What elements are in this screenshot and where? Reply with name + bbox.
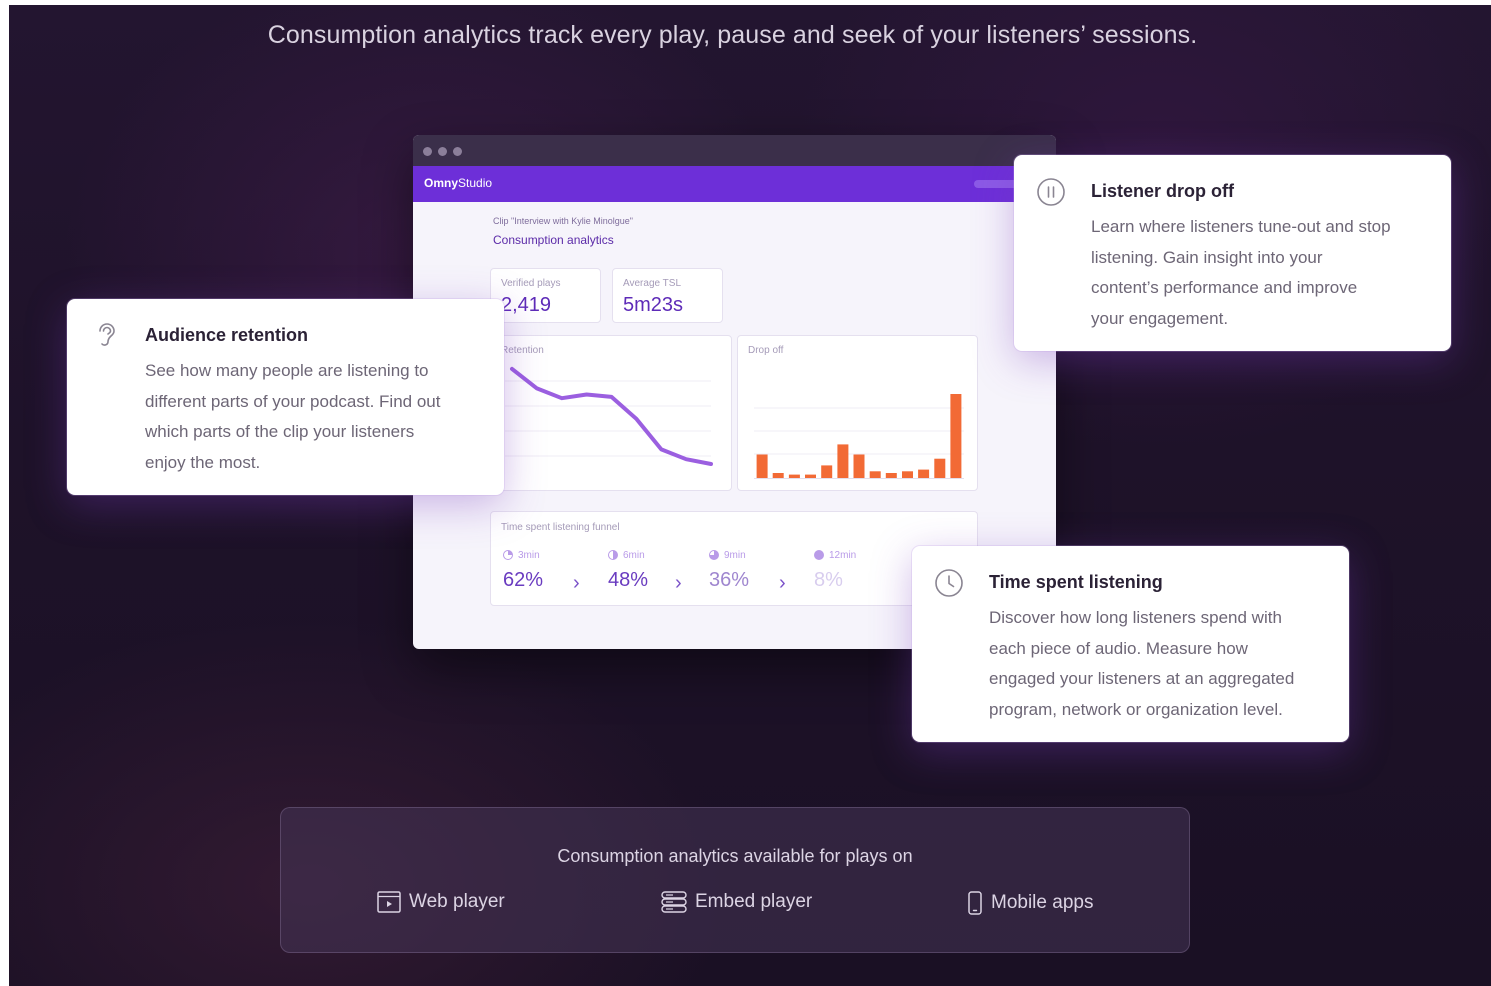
- breadcrumb[interactable]: Clip "Interview with Kylie Minolgue": [493, 216, 633, 226]
- retention-chart-title: Retention: [501, 345, 544, 356]
- card-line: Learn where listeners tune-out and stop: [1091, 217, 1391, 236]
- platform-mobile-apps[interactable]: Mobile apps: [967, 891, 1093, 915]
- dropoff-bar: [902, 471, 913, 478]
- card-line: your engagement.: [1091, 308, 1229, 328]
- funnel-step-time: 9min: [724, 549, 746, 561]
- funnel-step-value: 48%: [608, 569, 649, 591]
- dropoff-chart-panel: Drop off: [737, 335, 978, 491]
- clock-icon: [935, 569, 963, 597]
- window-dot-icon: [453, 147, 462, 156]
- embed-player-icon: [661, 891, 687, 913]
- funnel-step-value: 8%: [814, 569, 843, 591]
- retention-chart-panel: Retention: [490, 335, 732, 491]
- card-line: content’s performance and improve: [1091, 278, 1358, 297]
- platform-label: Mobile apps: [991, 892, 1094, 913]
- funnel-title: Time spent listening funnel: [501, 522, 620, 533]
- page-headline: Consumption analytics track every play, …: [267, 21, 1198, 49]
- dropoff-chart-title: Drop off: [748, 345, 784, 356]
- stat-value: 5m23s: [623, 294, 684, 316]
- card-line: different parts of your podcast. Find ou…: [145, 391, 441, 411]
- funnel-step-time: 3min: [518, 549, 540, 561]
- brand-suffix: Studio: [458, 176, 493, 190]
- funnel-step: 12min 8%: [814, 548, 856, 592]
- platform-web-player[interactable]: Web player: [377, 891, 505, 913]
- dropoff-bar: [950, 394, 962, 478]
- pie-full-icon: [814, 550, 824, 560]
- pause-circle-icon: [1037, 178, 1065, 206]
- app-bar: OmnyStudio: [413, 166, 1056, 202]
- funnel-step-value: 62%: [503, 569, 544, 591]
- listener-drop-off-card: Listener drop off Learn where listeners …: [1014, 155, 1451, 351]
- card-title: Audience retention: [145, 325, 309, 345]
- funnel-step: 6min 48%: [608, 548, 648, 592]
- dropoff-bar: [885, 473, 897, 478]
- dropoff-bar: [756, 454, 768, 478]
- funnel-step-time: 12min: [829, 549, 857, 561]
- dropoff-bar: [805, 474, 816, 478]
- pie-half-icon: [608, 550, 618, 560]
- window-titlebar: [413, 135, 1056, 166]
- card-line: enjoy the most.: [145, 452, 261, 472]
- funnel-step: 9min 36%: [709, 548, 749, 592]
- tsl-funnel: Time spent listening funnel 3min 62% › 6…: [490, 511, 978, 606]
- platform-embed-player[interactable]: Embed player: [661, 891, 812, 913]
- dropoff-bar: [837, 444, 849, 478]
- card-description: Learn where listeners tune-out and stop …: [1091, 212, 1391, 334]
- card-line: listening. Gain insight into your: [1091, 247, 1323, 267]
- window-dot-icon: [438, 147, 447, 156]
- card-line: program, network or organization level.: [989, 699, 1283, 719]
- stat-label: Average TSL: [623, 278, 682, 289]
- platforms-panel: Consumption analytics available for play…: [280, 807, 1190, 953]
- web-player-icon: [377, 891, 401, 913]
- stat-label: Verified plays: [501, 278, 561, 289]
- dropoff-bar: [788, 474, 800, 478]
- card-description: See how many people are listening to dif…: [145, 356, 440, 478]
- stat-verified-plays: Verified plays 2,419: [490, 268, 601, 323]
- dropoff-chart: [754, 394, 964, 479]
- dropoff-bar: [772, 473, 784, 478]
- window-dot-icon: [423, 147, 432, 156]
- card-line: See how many people are listening to: [145, 361, 429, 380]
- pie-three-quarter-icon: [709, 550, 719, 560]
- card-title: Listener drop off: [1091, 181, 1234, 201]
- funnel-step: 3min 62%: [503, 548, 543, 592]
- retention-line: [510, 366, 713, 466]
- hero-section: Consumption analytics track every play, …: [9, 5, 1491, 986]
- card-line: which parts of the clip your listeners: [145, 422, 415, 441]
- card-line: each piece of audio. Measure how: [989, 638, 1248, 658]
- platform-label: Web player: [409, 891, 505, 912]
- card-title: Time spent listening: [989, 572, 1163, 592]
- dropoff-bar: [869, 471, 881, 478]
- card-line: engaged your listeners at an aggregated: [989, 669, 1295, 688]
- brand-logo[interactable]: OmnyStudio: [424, 176, 492, 190]
- chevron-right-icon: ›: [779, 572, 786, 594]
- page-title: Consumption analytics: [493, 233, 614, 247]
- card-line: Discover how long listeners spend with: [989, 608, 1282, 627]
- time-spent-listening-card: Time spent listening Discover how long l…: [912, 546, 1349, 742]
- stat-average-tsl: Average TSL 5m23s: [612, 268, 723, 323]
- platforms-title: Consumption analytics available for play…: [557, 846, 913, 866]
- funnel-step-value: 36%: [709, 569, 750, 591]
- dropoff-bar: [853, 454, 865, 478]
- chevron-right-icon: ›: [573, 572, 580, 594]
- chevron-right-icon: ›: [675, 572, 682, 594]
- brand-name: Omny: [424, 176, 459, 190]
- pie-quarter-icon: [503, 550, 513, 560]
- dropoff-bar: [934, 458, 946, 478]
- card-description: Discover how long listeners spend with e…: [989, 603, 1294, 725]
- mobile-phone-icon: [968, 891, 982, 915]
- audience-retention-card: Audience retention See how many people a…: [67, 299, 504, 495]
- dropoff-bar: [821, 465, 833, 478]
- platform-label: Embed player: [695, 891, 813, 912]
- funnel-step-time: 6min: [623, 549, 645, 561]
- ear-icon: [99, 323, 115, 346]
- dropoff-bar: [918, 469, 930, 478]
- stat-value: 2,419: [501, 294, 552, 316]
- retention-chart: [505, 366, 713, 466]
